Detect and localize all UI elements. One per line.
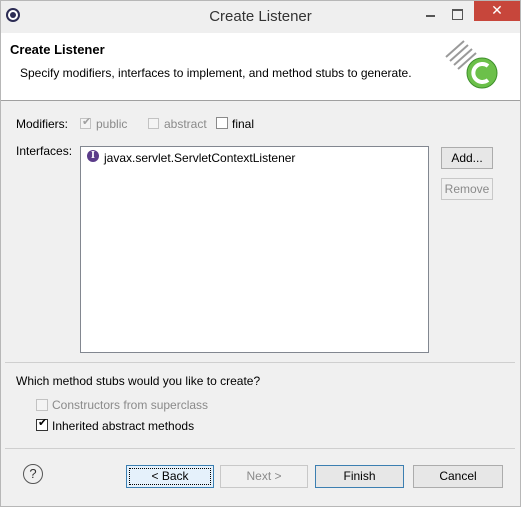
inherited-label: Inherited abstract methods [52, 419, 195, 433]
finish-button[interactable]: Finish [315, 465, 404, 488]
section-divider [5, 362, 515, 363]
new-class-wizard-icon [445, 40, 498, 89]
checkmark-icon: ✔ [82, 116, 92, 128]
header-divider [1, 100, 520, 101]
cancel-button[interactable]: Cancel [413, 465, 503, 488]
stubs-question: Which method stubs would you like to cre… [16, 374, 261, 388]
wizard-description: Specify modifiers, interfaces to impleme… [20, 66, 412, 80]
footer-divider [5, 448, 515, 449]
final-checkbox[interactable] [216, 117, 228, 129]
close-button[interactable]: ✕ [474, 0, 520, 21]
abstract-label: abstract [164, 117, 207, 131]
help-icon[interactable]: ? [23, 464, 43, 484]
interfaces-list[interactable] [80, 146, 429, 353]
interface-icon: I [87, 150, 99, 162]
next-button[interactable]: Next > [220, 465, 308, 488]
public-label: public [96, 117, 128, 131]
modifiers-label: Modifiers: [16, 117, 69, 131]
wizard-title: Create Listener [10, 42, 105, 57]
maximize-icon [452, 9, 463, 20]
inherited-checkbox[interactable]: ✔ [36, 417, 48, 431]
minimize-icon [426, 15, 435, 17]
maximize-button[interactable] [444, 4, 470, 24]
checkmark-icon: ✔ [38, 417, 48, 429]
remove-interface-button[interactable]: Remove [441, 178, 493, 200]
abstract-checkbox[interactable] [148, 118, 159, 129]
constructors-checkbox[interactable] [36, 399, 48, 411]
constructors-label: Constructors from superclass [52, 398, 209, 412]
final-label: final [232, 117, 255, 131]
add-interface-button[interactable]: Add... [441, 147, 493, 169]
minimize-button[interactable] [417, 4, 443, 24]
interfaces-label: Interfaces: [16, 144, 73, 158]
public-checkbox[interactable]: ✔ [80, 116, 92, 129]
back-button[interactable]: < Back [126, 465, 214, 488]
interface-list-item[interactable]: javax.servlet.ServletContextListener [104, 151, 295, 165]
